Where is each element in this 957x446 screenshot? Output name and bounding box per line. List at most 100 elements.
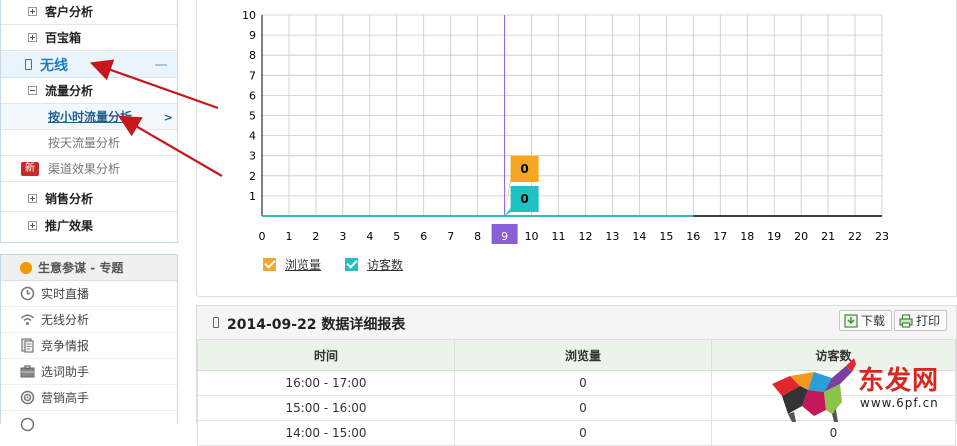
cell-visitors: 0: [711, 420, 956, 446]
tool-item-marketing[interactable]: 营销高手: [1, 385, 177, 411]
y-tick-label: 4: [249, 130, 256, 143]
document-icon: [21, 338, 34, 353]
sidebar-item-label: 渠道效果分析: [48, 162, 121, 176]
target-icon: [20, 390, 35, 405]
x-tick-label: 5: [393, 230, 400, 243]
x-tick-label: 12: [578, 230, 592, 243]
x-tick-label: 3: [339, 230, 346, 243]
tool-item-label: 营销高手: [41, 391, 90, 405]
tools-panel: 生意参谋 - 专题 实时直播 无线分析 竞争情报 选词助手 营销高手: [0, 254, 178, 431]
y-tick-label: 7: [249, 69, 256, 82]
table-row: 14:00 - 15:00 0 0: [197, 420, 956, 446]
y-tick-label: 8: [249, 49, 256, 62]
print-button[interactable]: 打印: [894, 310, 948, 331]
report-title: 2014-09-22 数据详细报表: [227, 317, 406, 333]
phone-icon: [25, 59, 32, 70]
legend-label: 浏览量: [285, 258, 322, 272]
new-badge: 新: [21, 162, 39, 176]
y-tick-label: 5: [249, 110, 256, 123]
y-tick-label: 1: [249, 190, 256, 203]
tooltip-pointer: [504, 208, 511, 216]
tool-item-keyword-assistant[interactable]: 选词助手: [1, 359, 177, 385]
x-tick-label: 21: [821, 230, 835, 243]
cell-pageviews: 0: [454, 395, 712, 421]
x-tick-label: 19: [767, 230, 781, 243]
legend-visitors[interactable]: 访客数: [345, 256, 403, 273]
sidebar-subitem-label: 按天流量分析: [48, 136, 121, 150]
sidebar-item-traffic-analysis[interactable]: 流量分析: [1, 78, 177, 104]
x-tick-label: 16: [686, 230, 700, 243]
cell-time: 15:00 - 16:00: [197, 395, 455, 421]
tooltip-value: 0: [520, 162, 528, 176]
sidebar-section-wireless[interactable]: 无线: [1, 52, 177, 78]
tool-item-partial[interactable]: [1, 411, 177, 437]
cell-time: 16:00 - 17:00: [197, 370, 455, 396]
sidebar-item-label: 客户分析: [45, 5, 94, 19]
hourly-traffic-chart: 123456789100 1 2 3 4 5 6 7 8 9 10 11 12 13 14 15 16 17 18 1…: [242, 9, 889, 244]
sidebar-item-label: 百宝箱: [45, 31, 82, 45]
x-tick-label: 22: [848, 230, 862, 243]
y-tick-label: 10: [242, 9, 256, 22]
lightbulb-icon: [20, 261, 32, 274]
x-tick-label: 14: [632, 230, 646, 243]
logo-url: www.6pf.cn: [860, 396, 939, 410]
sidebar-item-label: 销售分析: [45, 192, 94, 206]
chevron-right-icon: >: [163, 111, 173, 124]
sidebar-item-channel-effect[interactable]: 新 渠道效果分析: [1, 156, 177, 182]
tools-header: 生意参谋 - 专题: [1, 255, 177, 281]
x-tick-label: 6: [420, 230, 427, 243]
expand-icon: [28, 220, 37, 230]
tool-item-competition[interactable]: 竞争情报: [1, 333, 177, 359]
x-tick-label: 17: [713, 230, 727, 243]
x-tick-label: 0: [259, 230, 266, 243]
tool-item-wireless[interactable]: 无线分析: [1, 307, 177, 333]
legend-pageviews[interactable]: 浏览量: [263, 256, 321, 273]
sidebar-item-customer-analysis[interactable]: 客户分析: [1, 0, 177, 25]
sidebar-item-sales-analysis[interactable]: 销售分析: [1, 186, 177, 212]
sidebar-nav: 客户分析 百宝箱 无线 流量分析 按小时流量分析 > 按天流量分析 新 渠道效果…: [0, 0, 178, 243]
sidebar-subitem-hourly-traffic[interactable]: 按小时流量分析 >: [1, 104, 177, 130]
collapse-icon[interactable]: [155, 64, 167, 66]
y-tick-label: 3: [249, 150, 256, 163]
cell-pageviews: 0: [454, 420, 712, 446]
download-button[interactable]: 下载: [839, 310, 893, 331]
download-label: 下载: [861, 314, 886, 328]
x-tick-label: 18: [740, 230, 754, 243]
download-icon: [844, 313, 858, 328]
tool-item-realtime[interactable]: 实时直播: [1, 281, 177, 307]
briefcase-icon: [20, 365, 35, 378]
x-tick-label: 1: [285, 230, 292, 243]
expand-icon: [28, 194, 37, 203]
cell-pageviews: 0: [454, 370, 712, 396]
column-header-pageviews[interactable]: 浏览量: [454, 340, 712, 371]
wifi-icon: [20, 314, 35, 325]
expand-icon: [28, 33, 37, 42]
x-tick-label: 8: [474, 230, 481, 243]
expand-icon: [28, 7, 37, 16]
sidebar-item-promotion-effect[interactable]: 推广效果: [1, 212, 177, 238]
checkbox-checked-icon[interactable]: [345, 258, 358, 271]
sidebar-item-label: 流量分析: [45, 84, 94, 98]
x-tick-label: 9: [501, 230, 508, 243]
sidebar-section-label: 无线: [40, 57, 68, 74]
site-logo: 东发网 www.6pf.cn: [770, 356, 957, 424]
tooltip-value: 0: [520, 192, 528, 206]
collapse-icon: [28, 86, 37, 95]
logo-name: 东发网: [858, 366, 940, 396]
x-tick-label: 10: [525, 230, 539, 243]
column-header-time[interactable]: 时间: [197, 340, 455, 371]
x-tick-label: 23: [875, 230, 889, 243]
cell-time: 14:00 - 15:00: [197, 420, 455, 446]
x-tick-label: 20: [794, 230, 808, 243]
sidebar-subitem-label: 按小时流量分析: [48, 110, 133, 124]
tool-item-label: 实时直播: [41, 287, 90, 301]
sidebar-subitem-daily-traffic[interactable]: 按天流量分析: [1, 130, 177, 156]
tool-item-label: 无线分析: [41, 313, 90, 327]
report-header: 2014-09-22 数据详细报表 下载 打印: [197, 306, 956, 340]
checkbox-checked-icon[interactable]: [263, 258, 276, 271]
y-tick-label: 6: [249, 89, 256, 102]
x-tick-label: 11: [552, 230, 566, 243]
sidebar-item-toolbox[interactable]: 百宝箱: [1, 25, 177, 51]
x-tick-label: 13: [605, 230, 619, 243]
x-tick-label: 4: [366, 230, 373, 243]
